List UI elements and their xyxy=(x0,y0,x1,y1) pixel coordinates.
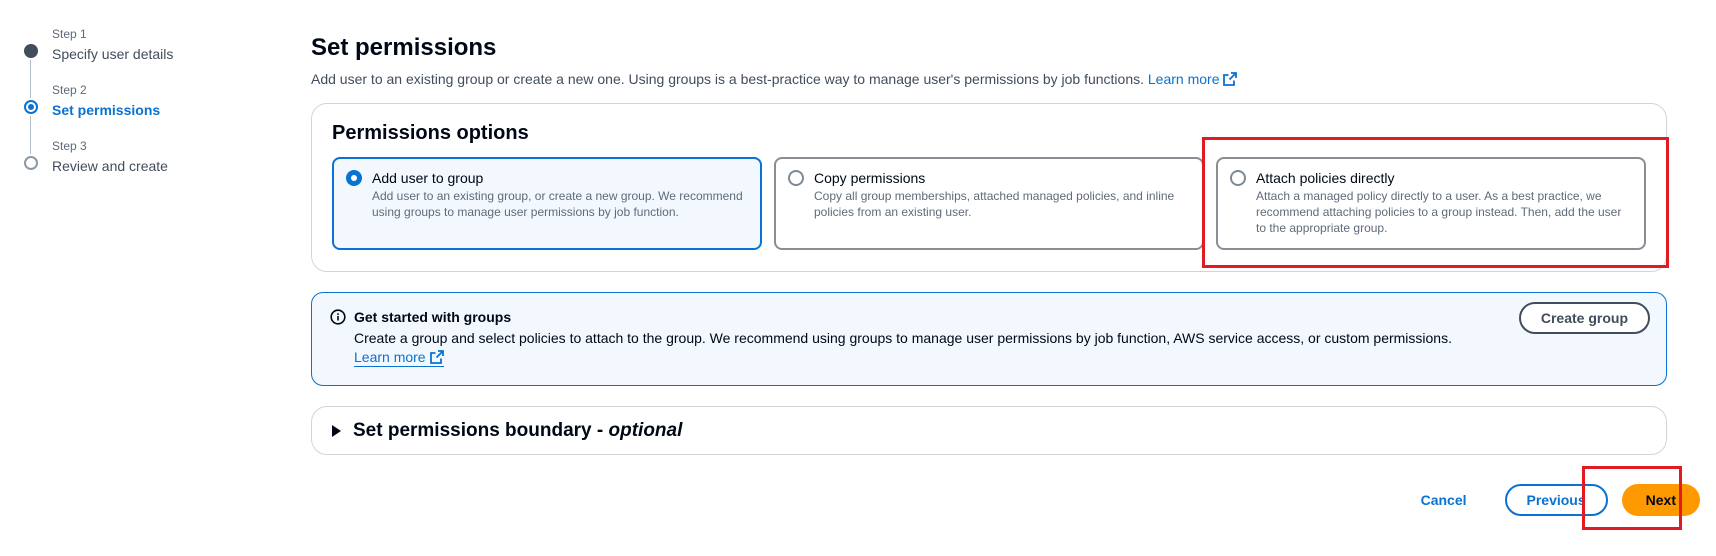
learn-more-link[interactable]: Learn more xyxy=(1148,71,1238,87)
permissions-boundary-expander[interactable]: Set permissions boundary - optional xyxy=(311,406,1667,455)
info-text: Create a group and select policies to at… xyxy=(354,330,1452,346)
description-text: Add user to an existing group or create … xyxy=(311,71,1144,87)
step-done-icon xyxy=(24,44,38,58)
option-description: Add user to an existing group, or create… xyxy=(372,189,743,219)
step-current-icon xyxy=(24,100,38,114)
info-alert: Get started with groups Create a group a… xyxy=(311,292,1667,386)
page-description: Add user to an existing group or create … xyxy=(311,69,1667,89)
step-label: Set permissions xyxy=(52,102,161,118)
option-title: Add user to group xyxy=(372,170,484,186)
step-label: Review and create xyxy=(52,158,168,174)
radio-unselected-icon[interactable] xyxy=(788,170,804,186)
option-title: Copy permissions xyxy=(814,170,926,186)
next-button[interactable]: Next xyxy=(1621,484,1700,516)
caret-right-icon xyxy=(332,424,341,437)
page-title: Set permissions xyxy=(311,34,497,61)
groups-learn-more-link[interactable]: Learn more xyxy=(354,348,444,367)
option-copy-permissions[interactable]: Copy permissions Copy all group membersh… xyxy=(774,157,1204,250)
permissions-options-panel: Permissions options Add user to group Ad… xyxy=(311,103,1667,272)
learn-more-label: Learn more xyxy=(1147,71,1220,87)
wizard-step-2[interactable]: Step 2 Set permissions xyxy=(24,82,244,154)
radio-selected-icon[interactable] xyxy=(346,170,362,186)
option-title: Attach policies directly xyxy=(1256,170,1395,186)
boundary-title: Set permissions boundary - optional xyxy=(353,420,682,442)
step-pending-icon xyxy=(24,156,38,170)
create-group-button[interactable]: Create group xyxy=(1518,302,1650,334)
option-attach-policies-directly[interactable]: Attach policies directly Attach a manage… xyxy=(1216,157,1646,250)
previous-button[interactable]: Previous xyxy=(1504,484,1608,516)
step-number: Step 2 xyxy=(52,83,87,97)
info-title: Get started with groups xyxy=(354,309,512,325)
cancel-button[interactable]: Cancel xyxy=(1421,484,1491,516)
external-link-icon xyxy=(429,350,444,364)
external-link-icon xyxy=(1223,72,1238,86)
learn-more-label: Learn more xyxy=(354,349,426,365)
boundary-optional-text: optional xyxy=(608,419,683,441)
permissions-option-tiles: Add user to group Add user to an existin… xyxy=(332,157,1646,250)
main-content: Set permissions Add user to an existing … xyxy=(311,32,1667,455)
wizard-step-1[interactable]: Step 1 Specify user details xyxy=(24,26,244,98)
radio-unselected-icon[interactable] xyxy=(1230,170,1246,186)
option-add-user-to-group[interactable]: Add user to group Add user to an existin… xyxy=(332,157,762,250)
step-label: Specify user details xyxy=(52,46,174,62)
permissions-options-title: Permissions options xyxy=(332,122,529,144)
option-description: Copy all group memberships, attached man… xyxy=(814,189,1175,219)
option-description: Attach a managed policy directly to a us… xyxy=(1256,189,1622,235)
step-number: Step 1 xyxy=(52,27,87,41)
info-icon xyxy=(330,309,346,325)
boundary-title-text: Set permissions boundary - xyxy=(353,419,609,441)
wizard-actions: Cancel Previous Next xyxy=(1421,484,1700,516)
step-number: Step 3 xyxy=(52,139,87,153)
wizard-steps: Step 1 Specify user details Step 2 Set p… xyxy=(24,26,244,194)
wizard-step-3[interactable]: Step 3 Review and create xyxy=(24,138,244,194)
